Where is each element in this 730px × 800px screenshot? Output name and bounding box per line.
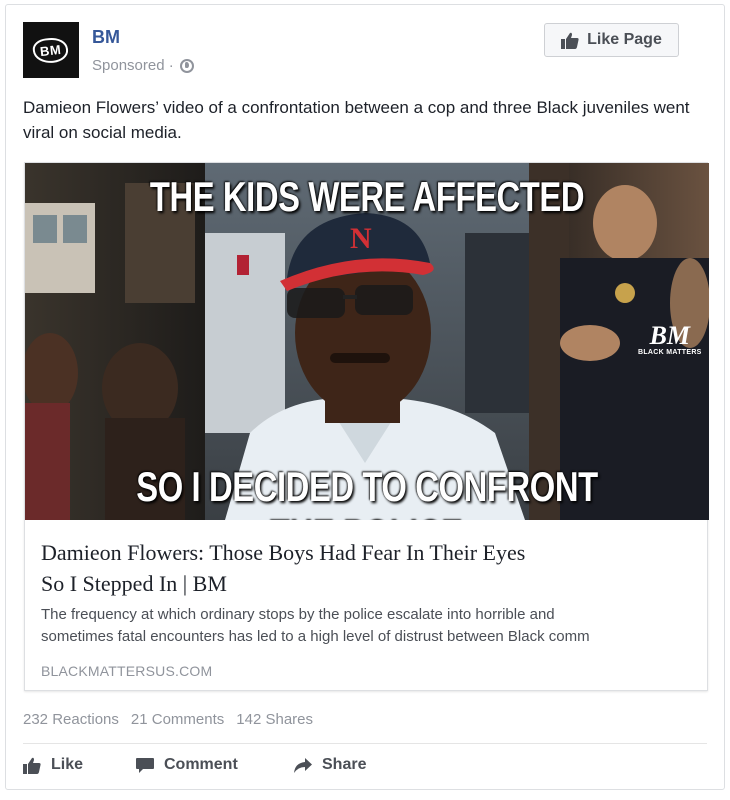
engagement-stats: 232 Reactions 21 Comments 142 Shares	[23, 711, 313, 728]
like-page-button[interactable]: Like Page	[544, 23, 679, 57]
sponsored-label-row: Sponsored ·	[92, 57, 194, 74]
share-button[interactable]: Share	[294, 756, 366, 774]
page-avatar[interactable]: BM	[23, 22, 79, 78]
link-description-line1: The frequency at which ordinary stops by…	[41, 606, 555, 623]
post-text: Damieon Flowers’ video of a confrontatio…	[23, 98, 690, 142]
avatar-logo: BM	[32, 35, 70, 65]
comment-button[interactable]: Comment	[136, 756, 294, 774]
sponsored-label: Sponsored ·	[92, 57, 174, 74]
link-title-line2: So I Stepped In | BM	[41, 571, 227, 596]
comment-icon	[136, 757, 154, 774]
watermark-logo: BM	[649, 321, 691, 350]
page-name-link[interactable]: BM	[92, 27, 120, 48]
share-icon	[294, 757, 312, 774]
thumbs-up-icon	[561, 32, 579, 49]
link-preview-image[interactable]: N THE KIDS WERE AFFECTED SO I DECIDED TO…	[25, 163, 709, 520]
like-label: Like	[51, 756, 84, 773]
svg-text:N: N	[350, 222, 372, 255]
link-preview-card[interactable]: N THE KIDS WERE AFFECTED SO I DECIDED TO…	[24, 162, 709, 691]
sponsored-post: BM BM Sponsored · Like Page Damieon Flow…	[5, 4, 725, 790]
comment-label: Comment	[164, 756, 238, 773]
bm-watermark: BM BLACK MATTERS	[638, 321, 702, 357]
link-description-line2: sometimes fatal encounters has led to a …	[41, 628, 590, 645]
like-page-label: Like Page	[587, 31, 662, 48]
image-bottom-caption: SO I DECIDED TO CONFRONT THE POLICE	[136, 463, 598, 520]
reactions-count[interactable]: 232 Reactions	[23, 711, 119, 728]
link-title-line1: Damieon Flowers: Those Boys Had Fear In …	[41, 540, 526, 565]
post-actions: Like Comment Share	[23, 756, 366, 774]
link-description: The frequency at which ordinary stops by…	[41, 604, 696, 648]
share-label: Share	[322, 756, 367, 773]
actions-divider	[23, 743, 707, 744]
watermark-text: BLACK MATTERS	[638, 349, 702, 356]
globe-icon	[179, 58, 194, 73]
comments-count[interactable]: 21 Comments	[131, 711, 224, 728]
link-title[interactable]: Damieon Flowers: Those Boys Had Fear In …	[41, 537, 691, 599]
shares-count[interactable]: 142 Shares	[236, 711, 313, 728]
image-top-caption: THE KIDS WERE AFFECTED	[149, 173, 585, 220]
link-domain: BLACKMATTERSUS.COM	[41, 663, 213, 679]
like-button[interactable]: Like	[23, 756, 136, 774]
thumbs-up-icon	[23, 757, 41, 774]
